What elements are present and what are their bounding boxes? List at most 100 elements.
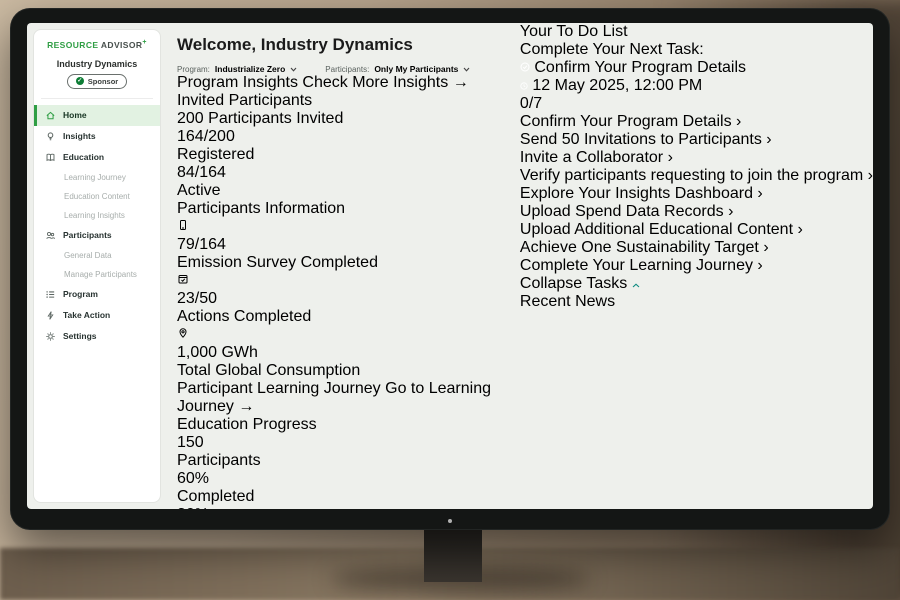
task-complete-learning-journey[interactable]: Complete Your Learning Journey › bbox=[520, 257, 873, 275]
participants-information-card: Participants Information 79/164 Emission… bbox=[177, 200, 510, 380]
donut-center-value: 200 bbox=[177, 110, 204, 127]
chevron-right-icon[interactable]: › bbox=[766, 131, 771, 148]
gauge-legend: 60% Completed 30% Pending 10% Not Starte… bbox=[177, 470, 510, 509]
task-achieve-sustainability-target[interactable]: Achieve One Sustainability Target › bbox=[520, 239, 873, 257]
todo-next-task: Confirm Your Program Details bbox=[520, 59, 873, 77]
sidebar-item-take-action[interactable]: Take Action bbox=[34, 305, 160, 326]
logo-primary: RESOURCE bbox=[47, 40, 98, 50]
sidebar-item-learning-insights[interactable]: Learning Insights bbox=[34, 206, 160, 225]
todo-task-list: Confirm Your Program Details › Send 50 I… bbox=[520, 113, 873, 275]
logo-plus: + bbox=[142, 39, 147, 46]
task-confirm-program-details[interactable]: Confirm Your Program Details › bbox=[520, 113, 873, 131]
chevron-right-icon[interactable]: › bbox=[763, 239, 768, 256]
arrow-right-icon: → bbox=[453, 74, 469, 91]
task-upload-spend-data[interactable]: Upload Spend Data Records › bbox=[520, 203, 873, 221]
sponsor-badge[interactable]: ✓ Sponsor bbox=[67, 74, 127, 89]
donut-center: 200 Participants Invited bbox=[177, 110, 510, 128]
chevron-right-icon[interactable]: › bbox=[728, 203, 733, 220]
participants-filter-label: Participants: bbox=[325, 65, 369, 74]
todo-due-date: 12 May 2025, 12:00 PM bbox=[520, 77, 873, 95]
legend-item-pending: 30% Pending bbox=[177, 506, 510, 509]
todo-progress-value: 0/7 bbox=[520, 95, 873, 113]
sidebar-divider bbox=[41, 98, 153, 99]
recent-news-title: Recent News bbox=[520, 293, 615, 310]
sidebar-item-label: Insights bbox=[63, 131, 96, 141]
filter-bar: Program: Industrialize Zero Participants… bbox=[177, 64, 510, 74]
sidebar-item-participants[interactable]: Participants bbox=[34, 225, 160, 246]
list-icon bbox=[45, 289, 56, 300]
app-logo: RESOURCE ADVISOR+ bbox=[34, 39, 160, 50]
participants-dropdown[interactable]: Participants: Only My Participants bbox=[325, 64, 470, 74]
sidebar-item-education-content[interactable]: Education Content bbox=[34, 187, 160, 206]
legend-item-registered: 164/200 Registered bbox=[177, 128, 510, 164]
program-insights-header: Program Insights Check More Insights → bbox=[177, 74, 510, 92]
sidebar-item-label: Home bbox=[63, 110, 87, 120]
card-title: Education Progress bbox=[177, 416, 510, 434]
donut-center-label: Participants Invited bbox=[208, 110, 343, 127]
chevron-right-icon[interactable]: › bbox=[868, 167, 873, 184]
invited-participants-card: Invited Participants 200 Participants In… bbox=[177, 92, 510, 200]
task-verify-participants[interactable]: Verify participants requesting to join t… bbox=[520, 167, 873, 185]
sidebar-item-label: Take Action bbox=[63, 310, 110, 320]
sidebar-item-manage-participants[interactable]: Manage Participants bbox=[34, 265, 160, 284]
actions-completed-row: 23/50 Actions Completed bbox=[177, 272, 510, 326]
sidebar-item-label: Participants bbox=[63, 230, 112, 240]
monitor-logo-dot bbox=[448, 519, 452, 523]
home-icon bbox=[45, 110, 56, 121]
main-content: Welcome, Industry Dynamics Program: Indu… bbox=[165, 23, 520, 509]
page-title: Welcome, Industry Dynamics bbox=[177, 35, 510, 55]
sidebar-item-insights[interactable]: Insights bbox=[34, 126, 160, 147]
chevron-right-icon[interactable]: › bbox=[668, 149, 673, 166]
chevron-right-icon[interactable]: › bbox=[757, 185, 762, 202]
gear-icon bbox=[45, 331, 56, 342]
sidebar-item-label: Education bbox=[63, 152, 104, 162]
lightning-icon bbox=[45, 310, 56, 321]
collapse-tasks-link[interactable]: Collapse Tasks bbox=[520, 275, 873, 293]
arrow-right-icon: → bbox=[238, 398, 254, 415]
program-filter-label: Program: bbox=[177, 65, 210, 74]
program-insights-cards: Invited Participants 200 Participants In… bbox=[177, 92, 510, 380]
chevron-right-icon[interactable]: › bbox=[757, 257, 762, 274]
participants-filter-value: Only My Participants bbox=[374, 64, 458, 74]
sidebar-item-learning-journey[interactable]: Learning Journey bbox=[34, 168, 160, 187]
sidebar-item-education[interactable]: Education bbox=[34, 147, 160, 168]
chevron-right-icon[interactable]: › bbox=[797, 221, 802, 238]
card-title: Invited Participants bbox=[177, 92, 510, 110]
chevron-down-icon bbox=[463, 67, 470, 72]
invited-participants-donut-chart: 200 Participants Invited bbox=[177, 110, 510, 128]
donut-legend: 164/200 Registered 84/164 Active bbox=[177, 128, 510, 200]
education-progress-gauge-chart: 150 Participants bbox=[177, 434, 510, 470]
dashboard-screen: RESOURCE ADVISOR+ Industry Dynamics ✓ Sp… bbox=[27, 23, 873, 509]
monitor-bezel: RESOURCE ADVISOR+ Industry Dynamics ✓ Sp… bbox=[10, 8, 890, 530]
clock-icon bbox=[520, 82, 528, 90]
learning-journey-cards: Education Progress 150 Participants 60% bbox=[177, 416, 510, 509]
legend-item-completed: 60% Completed bbox=[177, 470, 510, 506]
todo-panel: Your To Do List Complete Your Next Task:… bbox=[520, 23, 873, 509]
task-upload-educational-content[interactable]: Upload Additional Educational Content › bbox=[520, 221, 873, 239]
task-invite-collaborator[interactable]: Invite a Collaborator › bbox=[520, 149, 873, 167]
sidebar-item-home[interactable]: Home bbox=[34, 105, 160, 126]
sidebar-item-program[interactable]: Program bbox=[34, 284, 160, 305]
sponsor-badge-label: Sponsor bbox=[88, 77, 118, 86]
sidebar: RESOURCE ADVISOR+ Industry Dynamics ✓ Sp… bbox=[33, 29, 161, 503]
todo-header-card: Your To Do List Complete Your Next Task:… bbox=[520, 23, 873, 113]
program-dropdown[interactable]: Program: Industrialize Zero bbox=[177, 64, 297, 74]
sidebar-item-label: Settings bbox=[63, 331, 97, 341]
chevron-right-icon[interactable]: › bbox=[736, 113, 741, 130]
task-explore-insights[interactable]: Explore Your Insights Dashboard › bbox=[520, 185, 873, 203]
task-send-invitations[interactable]: Send 50 Invitations to Participants › bbox=[520, 131, 873, 149]
logo-secondary: ADVISOR bbox=[101, 40, 143, 50]
section-title: Participant Learning Journey bbox=[177, 380, 381, 397]
sidebar-item-label: Program bbox=[63, 289, 98, 299]
check-more-insights-link[interactable]: Check More Insights → bbox=[302, 74, 468, 91]
sidebar-item-general-data[interactable]: General Data bbox=[34, 246, 160, 265]
survey-icon bbox=[177, 219, 189, 231]
todo-subtitle: Complete Your Next Task: bbox=[520, 41, 873, 59]
legend-item-active: 84/164 Active bbox=[177, 164, 510, 200]
sponsor-icon: ✓ bbox=[76, 77, 84, 85]
book-icon bbox=[45, 152, 56, 163]
location-pin-icon bbox=[177, 327, 189, 339]
card-title: Participants Information bbox=[177, 200, 510, 218]
program-filter-value: Industrialize Zero bbox=[215, 64, 285, 74]
sidebar-item-settings[interactable]: Settings bbox=[34, 326, 160, 347]
